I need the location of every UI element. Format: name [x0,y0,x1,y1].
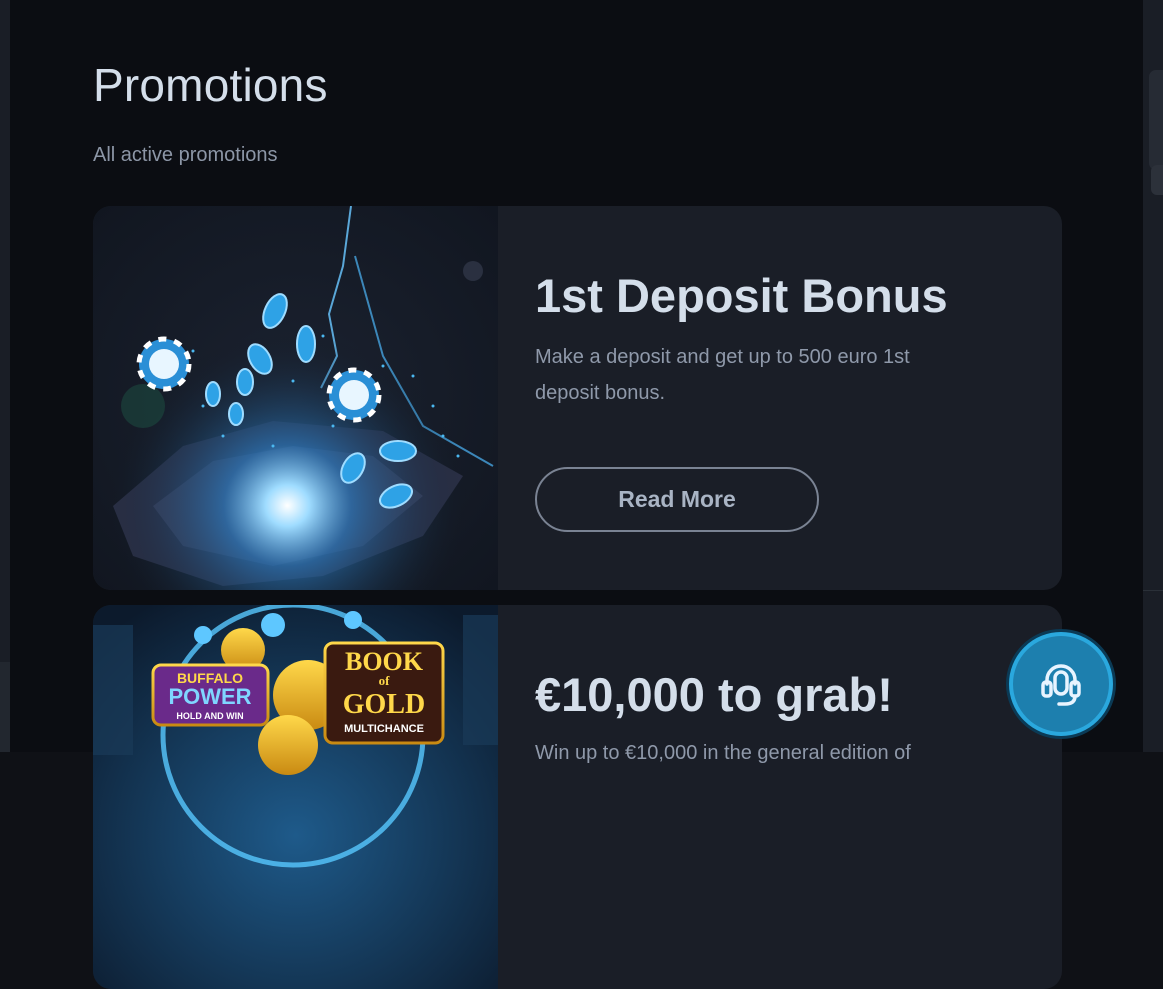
multichance-text: MULTICHANCE [344,723,424,735]
power-logo-text: POWER [168,684,251,709]
promo-description: Win up to €10,000 in the general edition… [535,742,911,764]
read-more-button[interactable]: Read More [535,467,819,532]
left-edge-panel [0,0,10,752]
right-edge-tab [1149,70,1163,170]
promo-description: Make a deposit and get up to 500 euro 1s… [535,346,910,404]
gold-logo-text: GOLD [343,689,425,720]
promo-card-10000-grab: BUFFALO POWER HOLD AND WIN BOOK of GOLD … [93,605,1062,989]
page-subtitle: All active promotions [93,144,278,166]
right-edge-divider [1143,590,1163,591]
right-edge-panel [1143,0,1163,752]
headset-icon [1041,664,1081,706]
casino-chips-lightning-image [93,206,498,590]
book-logo-text: BOOK [345,647,424,676]
of-logo-text: of [379,673,391,688]
promo-title: €10,000 to grab! [535,668,893,721]
left-edge-tab [0,662,10,752]
page-title: Promotions [93,59,328,111]
promo-card-first-deposit: 1st Deposit Bonus Make a deposit and get… [93,206,1062,590]
buffalo-power-book-of-gold-image: BUFFALO POWER HOLD AND WIN BOOK of GOLD … [93,605,498,989]
support-chat-button[interactable] [1009,632,1113,736]
promo-title: 1st Deposit Bonus [535,269,948,322]
hold-and-win-text: HOLD AND WIN [176,711,243,721]
right-edge-handle [1151,165,1163,195]
